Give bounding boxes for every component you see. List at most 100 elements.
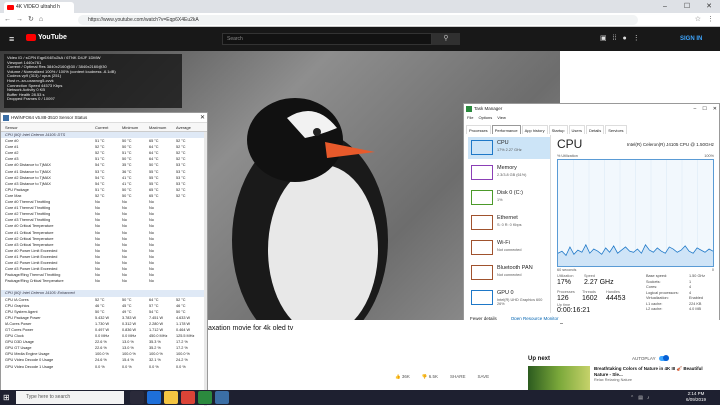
next-video-title[interactable]: Breathtaking Colors of Nature in 4K III … <box>594 366 712 377</box>
utilization-value: 17% <box>557 279 572 286</box>
browser-tab[interactable]: 4K VIDEO ultrahd h <box>4 2 74 13</box>
resource-item[interactable]: GPU 0 Intel(R) UHD Graphics 600 26% <box>468 287 550 309</box>
next-video-channel[interactable]: Relax Relaxing Nature <box>594 378 632 382</box>
close-icon[interactable]: ✕ <box>200 113 205 123</box>
chat-icon[interactable]: ● <box>623 33 627 45</box>
tab-users[interactable]: Users <box>568 125 585 134</box>
menu-file[interactable]: File <box>467 114 473 121</box>
like-button[interactable]: 👍 36K <box>395 374 410 380</box>
task-manager-window[interactable]: Task Manager – ☐ ✕ File Options View Proce… <box>463 103 720 324</box>
hwinfo-sensor-list[interactable]: CPU [#0]: Intel Celeron J4105: DTS Core #… <box>1 132 204 406</box>
utilization-label: Utilization <box>557 274 574 278</box>
date: 6/09/2019 <box>686 397 707 402</box>
chevron-up-icon[interactable]: ⌃ <box>630 395 634 401</box>
resource-item[interactable]: CPU 17% 2.27 GHz <box>468 137 550 159</box>
menu-options[interactable]: Options <box>478 114 492 121</box>
cpu-model: Intel(R) Celeron(R) J4105 CPU @ 1.50GHz <box>626 142 714 147</box>
search-icon[interactable]: ⚲ <box>432 33 460 45</box>
resource-item[interactable]: Memory 2.3/3.8 GB (61%) <box>468 162 550 184</box>
next-video-thumbnail[interactable] <box>528 366 590 390</box>
task-view-icon[interactable] <box>130 391 144 404</box>
tab-performance[interactable]: Performance <box>491 125 521 134</box>
taskbar-apps <box>130 391 229 404</box>
url-field[interactable]: https://www.youtube.com/watch?v=Eqp6X4Eu… <box>78 15 638 25</box>
maximize-icon[interactable]: ☐ <box>676 0 698 13</box>
explorer-icon[interactable] <box>164 391 178 404</box>
graph-label: % Utilization <box>557 154 578 158</box>
toggle-switch-icon[interactable] <box>658 355 669 361</box>
save-button[interactable]: SAVE <box>478 374 490 380</box>
resource-value: S: 0 R: 0 Kbps <box>497 223 522 227</box>
spec-label: Logical processors: <box>646 290 679 295</box>
threads-value: 1602 <box>582 295 598 302</box>
uptime-value: 0:00:16:21 <box>557 307 591 314</box>
task-manager-taskbar-icon[interactable] <box>198 391 212 404</box>
col-minimum[interactable]: Minimum <box>122 123 149 131</box>
taskbar-search[interactable]: Type here to search <box>16 391 124 404</box>
hwinfo-window[interactable]: HWiNFO64 v5.88-3510 Sensor Status ✕ Sens… <box>0 112 208 406</box>
graph-seconds: 60 seconds <box>557 268 577 272</box>
search-input[interactable]: Search <box>222 33 432 45</box>
resource-thumbnail <box>471 190 493 205</box>
col-current[interactable]: Current <box>95 123 122 131</box>
spec-label: Virtualization: <box>646 296 669 300</box>
sensor-row[interactable]: GPU Video Decode 1 Usage 0.0 % 0.0 % 0.0 % 0… <box>1 364 204 370</box>
graph-max: 100% <box>704 154 714 158</box>
graph-zero: 0 <box>711 268 714 272</box>
resource-thumbnail <box>471 215 493 230</box>
spec-value: 1.50 GHz <box>689 274 706 278</box>
hamburger-icon[interactable]: ≡ <box>9 34 14 44</box>
minimize-icon[interactable]: – <box>694 104 697 114</box>
volume-icon[interactable]: ♪ <box>647 395 650 401</box>
tab-details[interactable]: Details <box>585 125 605 134</box>
clock[interactable]: 2:14 PM 6/09/2019 <box>686 391 706 403</box>
reload-icon[interactable]: ↻ <box>28 13 34 27</box>
tab-processes[interactable]: Processes <box>466 125 491 134</box>
star-icon[interactable]: ☆ <box>695 13 701 27</box>
resource-value: Not connected <box>497 273 522 277</box>
scrollbar[interactable] <box>204 132 207 406</box>
home-icon[interactable]: ⌂ <box>39 13 43 27</box>
sensor-value <box>122 284 149 290</box>
resource-value: Intel(R) UHD Graphics 600 26% <box>497 298 543 306</box>
close-icon[interactable]: ✕ <box>698 0 720 13</box>
autoplay-label: AUTOPLAY <box>632 356 656 361</box>
hwinfo-title: HWiNFO64 v5.88-3510 Sensor Status <box>11 115 88 120</box>
cpu-heading: CPU <box>557 137 583 151</box>
maximize-icon[interactable]: ☐ <box>702 104 706 114</box>
dislike-button[interactable]: 👎 6.5K <box>422 374 438 380</box>
settings-icon[interactable]: ⋮ <box>633 33 640 45</box>
resource-item[interactable]: Bluetooth PAN Not connected <box>468 262 550 284</box>
col-sensor[interactable]: Sensor <box>1 123 95 131</box>
chrome-icon[interactable] <box>181 391 195 404</box>
sensor-value <box>95 284 122 290</box>
resource-item[interactable]: Ethernet S: 0 R: 0 Kbps <box>468 212 550 234</box>
edge-icon[interactable] <box>147 391 161 404</box>
tm-resource-list: CPU 17% 2.27 GHz Memory 2.3/3.8 GB (61%) Dis… <box>466 135 551 313</box>
forward-icon[interactable]: → <box>16 13 23 27</box>
sensor-name: GPU Video Decode 1 Usage <box>5 364 54 369</box>
close-icon[interactable]: ✕ <box>713 104 717 114</box>
col-maximum[interactable]: Maximum <box>149 123 176 131</box>
autoplay-toggle[interactable]: AUTOPLAY <box>632 355 669 361</box>
back-icon[interactable]: ← <box>4 13 11 27</box>
share-button[interactable]: SHARE <box>450 374 466 380</box>
tab-app-history[interactable]: App history <box>521 125 548 134</box>
logo-text: YouTube <box>38 34 67 41</box>
youtube-logo[interactable]: YouTube <box>26 34 67 41</box>
hwinfo-taskbar-icon[interactable] <box>215 391 229 404</box>
apps-icon[interactable]: ⁞⁞ <box>613 33 617 45</box>
start-button-icon[interactable]: ⊞ <box>3 393 10 402</box>
up-next-heading: Up next <box>528 356 551 362</box>
col-average[interactable]: Average <box>176 123 203 131</box>
network-icon[interactable]: ▤ <box>638 395 643 401</box>
resource-item[interactable]: Disk 0 (C:) 1% <box>468 187 550 209</box>
resource-item[interactable]: Wi-Fi Not connected <box>468 237 550 259</box>
minimize-icon[interactable]: – <box>654 0 676 13</box>
tab-services[interactable]: Services <box>605 125 627 134</box>
tab-startup[interactable]: Startup <box>548 125 568 134</box>
create-video-icon[interactable]: ▣ <box>600 33 607 45</box>
sign-in-button[interactable]: SIGN IN <box>680 33 702 45</box>
menu-view[interactable]: View <box>497 114 506 121</box>
menu-icon[interactable]: ⋮ <box>707 13 714 27</box>
